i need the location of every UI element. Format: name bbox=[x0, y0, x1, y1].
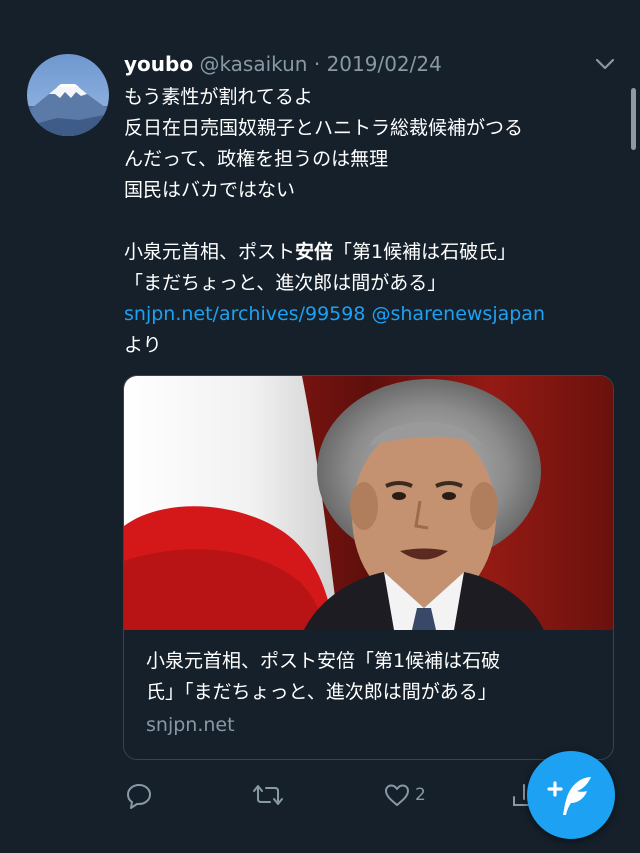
quote-prefix: 小泉元首相、ポスト bbox=[124, 241, 296, 263]
tweet-date[interactable]: 2019/02/24 bbox=[327, 52, 442, 76]
tweet-line: 反日在日売国奴親子とハニトラ総裁候補がつる bbox=[124, 117, 524, 139]
article-link[interactable]: snjpn.net/archives/99598 bbox=[124, 303, 365, 325]
card-image bbox=[124, 376, 613, 630]
reply-icon bbox=[127, 784, 151, 809]
mention-link[interactable]: @sharenewsjapan bbox=[371, 303, 545, 325]
retweet-icon bbox=[253, 785, 283, 805]
tweet[interactable]: youbo @kasaikun · 2019/02/24 もう素性が割れてるよ … bbox=[0, 0, 640, 853]
link-tail: より bbox=[124, 334, 162, 356]
tweet-line: 国民はバカではない bbox=[124, 179, 296, 201]
quote-headline: 小泉元首相、ポスト安倍「第1候補は石破氏」 bbox=[124, 237, 624, 268]
display-name[interactable]: youbo bbox=[124, 52, 193, 76]
avatar[interactable] bbox=[27, 54, 109, 136]
compose-button[interactable] bbox=[527, 751, 615, 839]
user-handle[interactable]: @kasaikun bbox=[199, 52, 307, 76]
like-count: 2 bbox=[415, 785, 426, 805]
mount-fuji-avatar-image bbox=[27, 84, 109, 136]
heart-icon bbox=[385, 784, 409, 806]
reply-button[interactable] bbox=[125, 775, 153, 815]
card-domain: snjpn.net bbox=[146, 714, 235, 736]
compose-icon bbox=[547, 777, 591, 815]
tweet-text: もう素性が割れてるよ 反日在日売国奴親子とハニトラ総裁候補がつる んだって、政権… bbox=[124, 82, 624, 361]
scrollbar[interactable] bbox=[631, 88, 636, 150]
retweet-button[interactable] bbox=[252, 775, 284, 815]
card-title-line: 氏」「まだちょっと、進次郎は間がある」 bbox=[146, 681, 497, 703]
card-title-line: 小泉元首相、ポスト安倍「第1候補は石破 bbox=[146, 650, 501, 672]
separator-dot: · bbox=[313, 52, 321, 76]
quote-suffix: 「第1候補は石破氏」 bbox=[333, 241, 517, 263]
quote-bold: 安倍 bbox=[295, 241, 334, 263]
tweet-line: んだって、政権を担うのは無理 bbox=[124, 148, 389, 170]
quote-line-2: 「まだちょっと、進次郎は間がある」 bbox=[124, 272, 447, 294]
link-line: snjpn.net/archives/99598 @sharenewsjapan bbox=[124, 299, 624, 330]
tweet-header: youbo @kasaikun · 2019/02/24 bbox=[124, 50, 442, 78]
link-preview-card[interactable]: 小泉元首相、ポスト安倍「第1候補は石破 氏」「まだちょっと、進次郎は間がある」 … bbox=[123, 375, 614, 760]
card-title: 小泉元首相、ポスト安倍「第1候補は石破 氏」「まだちょっと、進次郎は間がある」 bbox=[146, 646, 596, 708]
tweet-line: もう素性が割れてるよ bbox=[124, 86, 313, 108]
like-button[interactable]: 2 bbox=[383, 775, 426, 815]
chevron-down-icon[interactable] bbox=[592, 54, 618, 74]
